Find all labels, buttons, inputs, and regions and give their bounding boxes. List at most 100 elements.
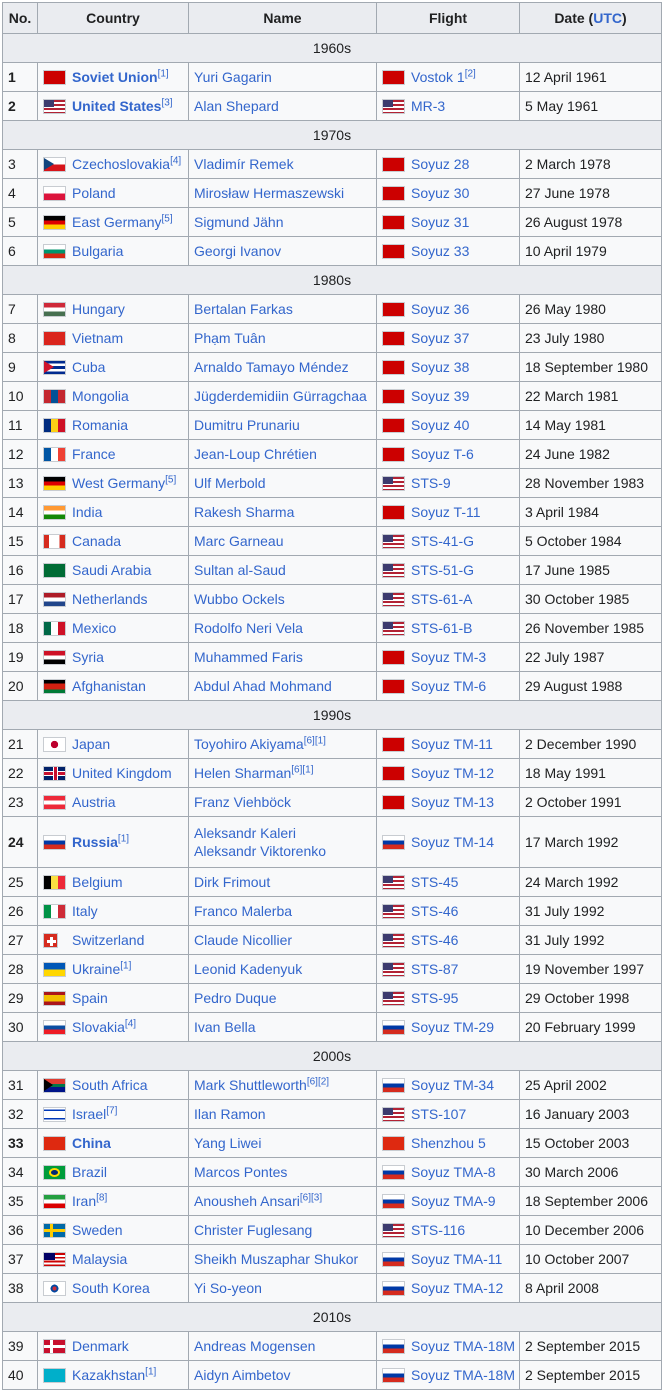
country-link[interactable]: Denmark [72,1338,129,1354]
flight-link[interactable]: Soyuz 36 [411,301,469,317]
astronaut-link[interactable]: Sheikh Muszaphar Shukor [194,1251,358,1267]
country-citation[interactable]: [5] [161,213,172,224]
country-link[interactable]: Slovakia [72,1019,125,1035]
astronaut-link[interactable]: Sultan al-Saud [194,562,286,578]
flight-link[interactable]: Soyuz TM-14 [411,834,494,850]
flight-citation[interactable]: [2] [465,68,476,79]
country-link[interactable]: South Africa [72,1077,148,1093]
country-link[interactable]: Belgium [72,874,123,890]
flight-link[interactable]: Soyuz T-6 [411,446,474,462]
country-citation[interactable]: [8] [96,1192,107,1203]
flight-link[interactable]: Soyuz 37 [411,330,469,346]
flight-link[interactable]: Soyuz 38 [411,359,469,375]
flight-link[interactable]: Soyuz TMA-8 [411,1164,496,1180]
astronaut-link[interactable]: Andreas Mogensen [194,1338,315,1354]
country-link[interactable]: Netherlands [72,591,148,607]
country-link[interactable]: Canada [72,533,121,549]
country-citation[interactable]: [1] [158,68,169,79]
header-name[interactable]: Name [188,2,377,34]
country-link[interactable]: Italy [72,903,98,919]
flight-link[interactable]: STS-61-A [411,591,472,607]
flight-link[interactable]: Soyuz 40 [411,417,469,433]
header-flight[interactable]: Flight [376,2,520,34]
country-link[interactable]: Bulgaria [72,243,123,259]
country-link[interactable]: Syria [72,649,104,665]
astronaut-link[interactable]: Yi So-yeon [194,1280,262,1296]
header-country[interactable]: Country [37,2,189,34]
astronaut-link[interactable]: Toyohiro Akiyama [194,736,304,752]
astronaut-link[interactable]: Ulf Merbold [194,475,266,491]
flight-link[interactable]: STS-107 [411,1106,466,1122]
flight-link[interactable]: STS-51-G [411,562,474,578]
country-link[interactable]: Iran [72,1193,96,1209]
flight-link[interactable]: STS-87 [411,961,458,977]
astronaut-link[interactable]: Arnaldo Tamayo Méndez [194,359,349,375]
name-citation[interactable]: [6][1] [304,735,326,746]
country-citation[interactable]: [4] [125,1018,136,1029]
astronaut-link[interactable]: Vladimír Remek [194,156,294,172]
utc-link[interactable]: UTC [593,10,622,26]
astronaut-link[interactable]: Rodolfo Neri Vela [194,620,303,636]
country-link[interactable]: Brazil [72,1164,107,1180]
flight-link[interactable]: Soyuz 30 [411,185,469,201]
flight-link[interactable]: Soyuz TMA-18M [411,1367,515,1383]
name-citation[interactable]: [6][1] [291,764,313,775]
country-citation[interactable]: [3] [161,97,172,108]
astronaut-link[interactable]: Claude Nicollier [194,932,292,948]
astronaut-link[interactable]: Leonid Kadenyuk [194,961,302,977]
header-no[interactable]: No. [2,2,38,34]
country-citation[interactable]: [1] [120,960,131,971]
flight-link[interactable]: STS-95 [411,990,458,1006]
country-link[interactable]: Mexico [72,620,116,636]
astronaut-link[interactable]: Jean-Loup Chrétien [194,446,317,462]
flight-link[interactable]: STS-61-B [411,620,472,636]
astronaut-link[interactable]: Marc Garneau [194,533,283,549]
country-link[interactable]: Switzerland [72,932,144,948]
country-link[interactable]: Cuba [72,359,105,375]
country-link[interactable]: Soviet Union [72,69,158,85]
flight-link[interactable]: Soyuz TMA-12 [411,1280,503,1296]
flight-link[interactable]: Soyuz 33 [411,243,469,259]
flight-link[interactable]: Soyuz TM-34 [411,1077,494,1093]
flight-link[interactable]: Soyuz TMA-9 [411,1193,496,1209]
country-citation[interactable]: [4] [170,155,181,166]
astronaut-link[interactable]: Georgi Ivanov [194,243,281,259]
flight-link[interactable]: Soyuz 28 [411,156,469,172]
flight-link[interactable]: Soyuz TM-29 [411,1019,494,1035]
flight-link[interactable]: STS-9 [411,475,451,491]
flight-link[interactable]: MR-3 [411,98,445,114]
flight-link[interactable]: STS-116 [411,1222,465,1238]
astronaut-link-2[interactable]: Aleksandr Viktorenko [194,843,326,859]
astronaut-link[interactable]: Aidyn Aimbetov [194,1367,291,1383]
country-link[interactable]: China [72,1135,111,1151]
country-citation[interactable]: [7] [106,1105,117,1116]
astronaut-link[interactable]: Pedro Duque [194,990,277,1006]
astronaut-link[interactable]: Sigmund Jähn [194,214,284,230]
flight-link[interactable]: STS-46 [411,903,458,919]
astronaut-link[interactable]: Marcos Pontes [194,1164,287,1180]
flight-link[interactable]: Vostok 1 [411,69,465,85]
astronaut-link[interactable]: Abdul Ahad Mohmand [194,678,332,694]
astronaut-link[interactable]: Yang Liwei [194,1135,261,1151]
country-link[interactable]: Poland [72,185,116,201]
country-link[interactable]: Israel [72,1106,106,1122]
astronaut-link[interactable]: Ivan Bella [194,1019,255,1035]
country-link[interactable]: Austria [72,794,116,810]
flight-link[interactable]: Soyuz TMA-11 [411,1251,502,1267]
country-link[interactable]: Kazakhstan [72,1367,145,1383]
astronaut-link[interactable]: Rakesh Sharma [194,504,294,520]
header-date[interactable]: Date (UTC) [519,2,662,34]
country-link[interactable]: Saudi Arabia [72,562,151,578]
astronaut-link[interactable]: Ilan Ramon [194,1106,266,1122]
flight-link[interactable]: Soyuz TM-6 [411,678,486,694]
country-link[interactable]: Ukraine [72,961,120,977]
flight-link[interactable]: Soyuz 31 [411,214,469,230]
flight-link[interactable]: Soyuz TM-11 [411,736,493,752]
country-citation[interactable]: [5] [165,474,176,485]
name-citation[interactable]: [6][2] [307,1076,329,1087]
flight-link[interactable]: Soyuz TM-12 [411,765,494,781]
astronaut-link[interactable]: Phạm Tuân [194,330,266,346]
country-link[interactable]: South Korea [72,1280,150,1296]
country-citation[interactable]: [1] [145,1366,156,1377]
flight-link[interactable]: Soyuz 39 [411,388,469,404]
